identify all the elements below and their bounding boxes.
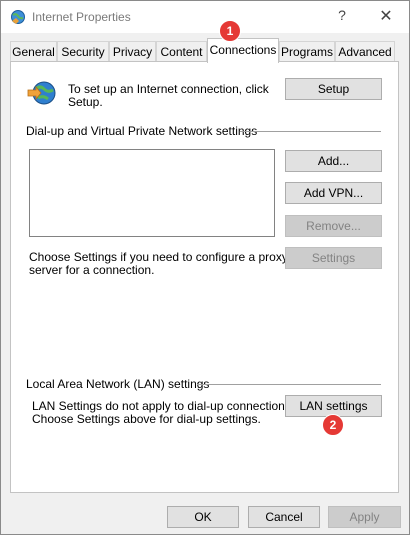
- tab-privacy[interactable]: Privacy: [109, 41, 156, 61]
- lan-note-line2: Choose Settings above for dial-up settin…: [32, 412, 261, 426]
- connections-list[interactable]: [29, 149, 275, 237]
- tab-advanced[interactable]: Advanced: [335, 41, 395, 61]
- proxy-description-line2: server for a connection.: [29, 263, 155, 277]
- cancel-button[interactable]: Cancel: [248, 506, 320, 528]
- ok-button[interactable]: OK: [167, 506, 239, 528]
- dialup-separator: [240, 131, 381, 132]
- step-badge-2: 2: [322, 414, 344, 436]
- add-vpn-button[interactable]: Add VPN...: [285, 182, 382, 204]
- step-badge-1: 1: [219, 20, 241, 42]
- tab-connections[interactable]: Connections: [207, 38, 279, 63]
- remove-button[interactable]: Remove...: [285, 215, 382, 237]
- title-bar: Internet Properties ? ✕: [1, 1, 409, 33]
- lan-separator: [197, 384, 381, 385]
- tab-programs[interactable]: Programs: [279, 41, 335, 61]
- tab-content[interactable]: Content: [156, 41, 207, 61]
- apply-button[interactable]: Apply: [328, 506, 401, 528]
- lan-heading: Local Area Network (LAN) settings: [26, 377, 210, 391]
- dialup-heading: Dial-up and Virtual Private Network sett…: [26, 124, 258, 138]
- setup-button[interactable]: Setup: [285, 78, 382, 100]
- close-icon[interactable]: ✕: [376, 6, 396, 26]
- globe-connect-icon: [27, 81, 56, 105]
- tab-general[interactable]: General: [10, 41, 57, 61]
- internet-globe-icon: [11, 10, 25, 24]
- window-title: Internet Properties: [32, 10, 131, 24]
- internet-properties-window: Internet Properties ? ✕ General Security…: [0, 0, 410, 535]
- tab-security[interactable]: Security: [57, 41, 109, 61]
- help-icon[interactable]: ?: [334, 7, 350, 23]
- add-button[interactable]: Add...: [285, 150, 382, 172]
- setup-description-line2: Setup.: [68, 95, 103, 109]
- settings-button[interactable]: Settings: [285, 247, 382, 269]
